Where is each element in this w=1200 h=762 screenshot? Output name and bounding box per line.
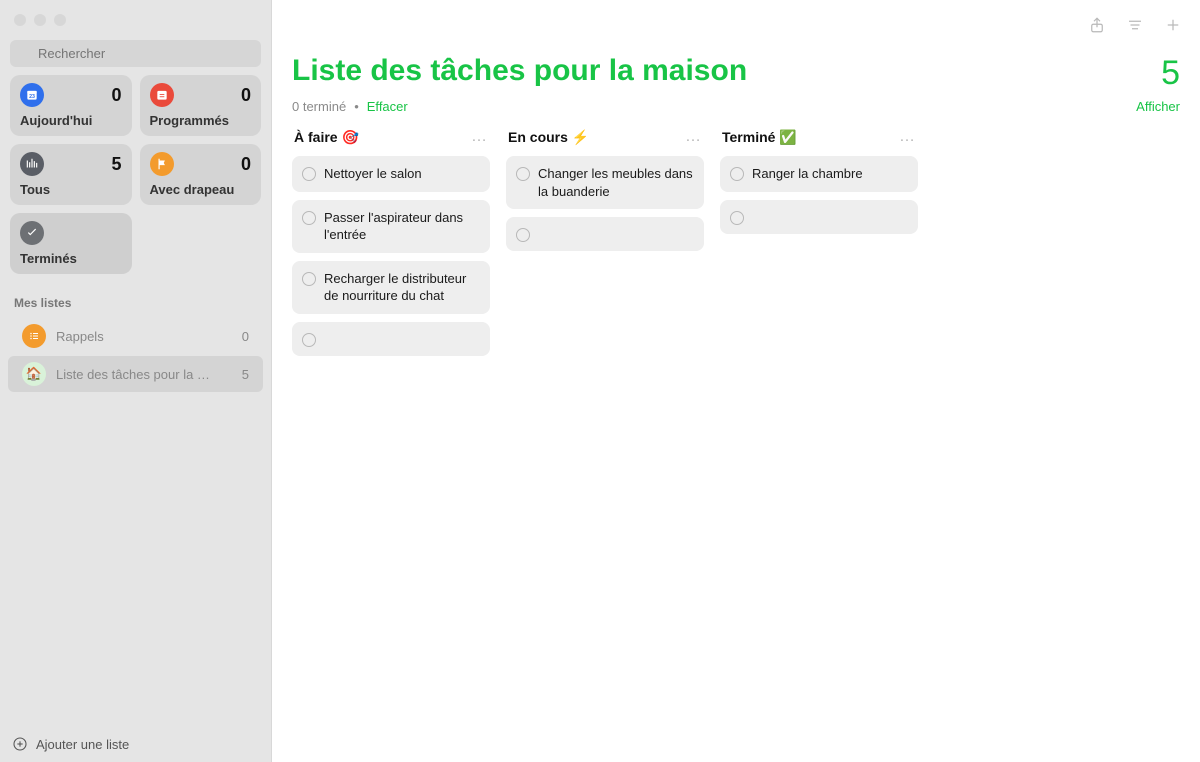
window-controls	[0, 0, 271, 34]
smart-count: 0	[241, 85, 251, 106]
task-placeholder[interactable]	[720, 200, 918, 234]
traffic-light-zoom[interactable]	[54, 14, 66, 26]
search-wrap	[0, 34, 271, 75]
smart-label: Aujourd'hui	[20, 113, 122, 128]
my-lists-header: Mes listes	[0, 282, 271, 316]
task-text: Passer l'aspirateur dans l'entrée	[324, 209, 480, 244]
add-list-button[interactable]: Ajouter une liste	[0, 726, 271, 762]
column-menu-icon[interactable]: …	[685, 128, 702, 146]
column-title: Terminé ✅	[722, 129, 797, 146]
smart-card-today[interactable]: 23 0 Aujourd'hui	[10, 75, 132, 136]
toolbar	[272, 0, 1200, 40]
list-row[interactable]: Rappels 0	[8, 318, 263, 354]
completed-icon	[20, 221, 44, 245]
column-header: En cours ⚡️ …	[506, 126, 704, 148]
task-item[interactable]: Changer les meubles dans la buanderie	[506, 156, 704, 209]
smart-card-all[interactable]: 5 Tous	[10, 144, 132, 205]
task-text: Changer les meubles dans la buanderie	[538, 165, 694, 200]
smart-label: Programmés	[150, 113, 252, 128]
list-row[interactable]: 🏠 Liste des tâches pour la mai… 5	[8, 356, 263, 392]
column-title: À faire 🎯	[294, 129, 359, 146]
today-icon: 23	[20, 83, 44, 107]
add-list-label: Ajouter une liste	[36, 737, 129, 752]
list-icon: 🏠	[22, 362, 46, 386]
list-count: 5	[1161, 54, 1180, 93]
smart-lists-grid: 23 0 Aujourd'hui 0 Programmés 5 Tous 0 A…	[0, 75, 271, 282]
search-input[interactable]	[10, 40, 261, 67]
task-placeholder[interactable]	[506, 217, 704, 251]
task-radio[interactable]	[730, 167, 744, 181]
task-item[interactable]: Passer l'aspirateur dans l'entrée	[292, 200, 490, 253]
task-text: Recharger le distributeur de nourriture …	[324, 270, 480, 305]
list-count: 5	[242, 367, 249, 382]
traffic-light-minimize[interactable]	[34, 14, 46, 26]
column-header: Terminé ✅ …	[720, 126, 918, 148]
task-radio[interactable]	[302, 167, 316, 181]
task-radio[interactable]	[516, 167, 530, 181]
list-title: Liste des tâches pour la maison	[292, 54, 747, 88]
scheduled-icon	[150, 83, 174, 107]
column-menu-icon[interactable]: …	[899, 128, 916, 146]
smart-label: Tous	[20, 182, 122, 197]
task-item[interactable]: Ranger la chambre	[720, 156, 918, 192]
smart-card-scheduled[interactable]: 0 Programmés	[140, 75, 262, 136]
main-content: Liste des tâches pour la maison 5 0 term…	[272, 0, 1200, 762]
column: À faire 🎯 … Nettoyer le salon Passer l'a…	[292, 126, 490, 356]
column-menu-icon[interactable]: …	[471, 128, 488, 146]
smart-card-flagged[interactable]: 0 Avec drapeau	[140, 144, 262, 205]
task-text: Nettoyer le salon	[324, 165, 422, 183]
column-header: À faire 🎯 …	[292, 126, 490, 148]
task-item[interactable]: Nettoyer le salon	[292, 156, 490, 192]
task-radio[interactable]	[302, 333, 316, 347]
all-icon	[20, 152, 44, 176]
task-radio[interactable]	[516, 228, 530, 242]
task-text: Ranger la chambre	[752, 165, 863, 183]
add-icon[interactable]	[1164, 16, 1182, 34]
column: Terminé ✅ … Ranger la chambre	[720, 126, 918, 234]
lists-container: Rappels 0 🏠 Liste des tâches pour la mai…	[0, 316, 271, 394]
plus-circle-icon	[12, 736, 28, 752]
flagged-icon	[150, 152, 174, 176]
view-options-icon[interactable]	[1126, 16, 1144, 34]
task-radio[interactable]	[730, 211, 744, 225]
task-item[interactable]: Recharger le distributeur de nourriture …	[292, 261, 490, 314]
column: En cours ⚡️ … Changer les meubles dans l…	[506, 126, 704, 251]
smart-label: Avec drapeau	[150, 182, 252, 197]
task-radio[interactable]	[302, 272, 316, 286]
clear-button[interactable]: Effacer	[367, 99, 408, 114]
traffic-light-close[interactable]	[14, 14, 26, 26]
show-button[interactable]: Afficher	[1136, 99, 1180, 114]
list-header: Liste des tâches pour la maison 5	[272, 40, 1200, 97]
list-icon	[22, 324, 46, 348]
svg-text:23: 23	[29, 94, 35, 100]
list-name: Rappels	[56, 329, 104, 344]
kanban-columns: À faire 🎯 … Nettoyer le salon Passer l'a…	[272, 126, 1200, 356]
list-count: 0	[242, 329, 249, 344]
smart-label: Terminés	[20, 251, 122, 266]
completed-count-text: 0 terminé	[292, 99, 346, 114]
task-placeholder[interactable]	[292, 322, 490, 356]
smart-count: 5	[111, 154, 121, 175]
column-title: En cours ⚡️	[508, 129, 589, 146]
smart-count: 0	[111, 85, 121, 106]
list-subheader: 0 terminé • Effacer Afficher	[272, 97, 1200, 126]
task-radio[interactable]	[302, 211, 316, 225]
smart-card-completed[interactable]: Terminés	[10, 213, 132, 274]
smart-count: 0	[241, 154, 251, 175]
sidebar: 23 0 Aujourd'hui 0 Programmés 5 Tous 0 A…	[0, 0, 272, 762]
list-name: Liste des tâches pour la mai…	[56, 367, 216, 382]
separator-dot: •	[354, 99, 359, 114]
share-icon[interactable]	[1088, 16, 1106, 34]
